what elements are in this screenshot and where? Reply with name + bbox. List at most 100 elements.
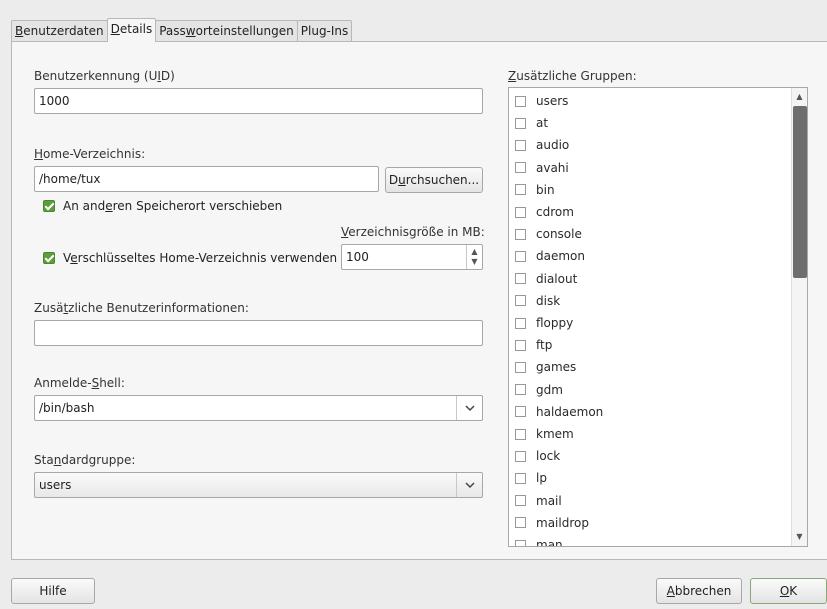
group-name: audio <box>536 138 570 153</box>
scrollbar[interactable]: ▲ ▼ <box>791 88 807 546</box>
list-item[interactable]: lp <box>515 467 547 489</box>
label-key: e <box>70 251 78 265</box>
list-item[interactable]: users <box>515 90 568 112</box>
tab-label-key: w <box>185 24 196 38</box>
list-item[interactable]: at <box>515 112 548 134</box>
checkbox-unchecked-icon[interactable] <box>515 273 526 285</box>
tab-label: enutzerdaten <box>23 24 104 38</box>
shell-combobox[interactable]: /bin/bash <box>34 395 483 421</box>
list-item[interactable]: floppy <box>515 312 573 334</box>
button-key: u <box>398 173 406 187</box>
list-item[interactable]: maildrop <box>515 512 589 534</box>
spin-arrows-icon[interactable]: ▲ ▼ <box>466 245 482 269</box>
list-item[interactable]: games <box>515 356 576 378</box>
home-directory-field[interactable]: /home/tux <box>34 166 379 192</box>
group-name: ftp <box>536 338 553 353</box>
label-text: zliche Benutzerinformationen: <box>68 301 249 315</box>
chevron-down-icon[interactable] <box>456 473 482 497</box>
checkbox-unchecked-icon[interactable] <box>515 117 526 129</box>
checkbox-unchecked-icon[interactable] <box>515 406 526 418</box>
label-text: dardgruppe: <box>61 453 136 467</box>
group-name: mail <box>536 493 562 508</box>
button-key: O <box>779 584 790 598</box>
checkbox-unchecked-icon[interactable] <box>515 139 526 151</box>
list-item[interactable]: bin <box>515 179 555 201</box>
tab-label: Plug-Ins <box>300 24 349 38</box>
checkbox-unchecked-icon[interactable] <box>515 539 526 546</box>
checkbox-unchecked-icon[interactable] <box>515 339 526 351</box>
cancel-button[interactable]: Abbrechen <box>656 578 742 604</box>
list-item[interactable]: daemon <box>515 245 585 267</box>
checkbox-label: An anderen Speicherort verschieben <box>63 199 282 213</box>
dir-size-spinbox[interactable]: 100 ▲ ▼ <box>341 244 483 270</box>
additional-info-field[interactable] <box>34 320 483 346</box>
tab-label: etails <box>119 22 153 36</box>
group-name: haldaemon <box>536 404 604 419</box>
list-item[interactable]: mail <box>515 490 562 512</box>
scroll-thumb[interactable] <box>793 106 807 278</box>
tab-label: orteinstellungen <box>195 24 294 38</box>
dir-size-label: Verzeichnisgröße in MB: <box>341 225 485 239</box>
checkbox-unchecked-icon[interactable] <box>515 428 526 440</box>
list-item[interactable]: audio <box>515 134 569 156</box>
checkbox-checked-icon <box>43 252 55 264</box>
checkbox-unchecked-icon[interactable] <box>515 384 526 396</box>
group-name: disk <box>536 293 561 308</box>
checkbox-unchecked-icon[interactable] <box>515 495 526 507</box>
checkbox-unchecked-icon[interactable] <box>515 450 526 462</box>
list-item[interactable]: dialout <box>515 268 577 290</box>
move-location-checkbox[interactable]: An anderen Speicherort verschieben <box>43 199 282 213</box>
checkbox-unchecked-icon[interactable] <box>515 228 526 240</box>
checkbox-unchecked-icon[interactable] <box>515 184 526 196</box>
checkbox-unchecked-icon[interactable] <box>515 295 526 307</box>
default-group-label: Standardgruppe: <box>34 453 135 467</box>
group-name: gdm <box>536 382 563 397</box>
group-name: kmem <box>536 427 574 441</box>
tab-plug-ins[interactable]: Plug-Ins <box>296 20 353 42</box>
encrypt-home-checkbox[interactable]: Verschlüsseltes Home-Verzeichnis verwend… <box>43 251 337 265</box>
default-group-value: users <box>39 478 72 492</box>
group-name: bin <box>536 182 555 197</box>
home-label: Home-Verzeichnis: <box>34 147 145 161</box>
tab-passworteinstellungen[interactable]: Passworteinstellungen <box>155 20 298 42</box>
button-text: rchsuchen... <box>405 173 480 187</box>
checkbox-unchecked-icon[interactable] <box>515 206 526 218</box>
checkbox-unchecked-icon[interactable] <box>515 317 526 329</box>
list-item[interactable]: man <box>515 534 563 546</box>
scroll-down-icon[interactable]: ▼ <box>792 530 807 544</box>
group-name: at <box>536 116 549 131</box>
list-item[interactable]: haldaemon <box>515 401 603 423</box>
group-name: avahi <box>536 160 569 175</box>
checkbox-unchecked-icon[interactable] <box>515 95 526 107</box>
tab-benutzerdaten[interactable]: Benutzerdaten <box>11 20 108 42</box>
checkbox-unchecked-icon[interactable] <box>515 517 526 529</box>
checkbox-unchecked-icon[interactable] <box>515 250 526 262</box>
scroll-up-icon[interactable]: ▲ <box>792 90 807 104</box>
list-item[interactable]: console <box>515 223 582 245</box>
label-text: Zusä <box>34 301 64 315</box>
chevron-down-icon[interactable] <box>456 396 482 420</box>
browse-button[interactable]: Durchsuchen... <box>385 167 483 193</box>
checkbox-unchecked-icon[interactable] <box>515 361 526 373</box>
checkbox-label: Verschlüsseltes Home-Verzeichnis verwend… <box>63 251 337 265</box>
list-item[interactable]: lock <box>515 445 560 467</box>
ok-button[interactable]: OK <box>750 578 827 604</box>
list-item[interactable]: ftp <box>515 334 552 356</box>
help-button[interactable]: Hilfe <box>11 578 95 604</box>
label-text: rschlüsseltes Home-Verzeichnis verwenden <box>77 251 338 265</box>
label-text: D) <box>160 69 175 83</box>
checkbox-unchecked-icon[interactable] <box>515 472 526 484</box>
tab-details[interactable]: Details <box>106 18 157 42</box>
list-item[interactable]: kmem <box>515 423 574 445</box>
list-item[interactable]: gdm <box>515 379 563 401</box>
additional-groups-list[interactable]: ▲ ▼ users at audio avahi bin cdrom console daem… <box>508 87 808 547</box>
button-text: K <box>789 584 798 598</box>
uid-field[interactable]: 1000 <box>34 88 483 114</box>
list-item[interactable]: disk <box>515 290 560 312</box>
list-item[interactable]: avahi <box>515 157 569 179</box>
default-group-combobox[interactable]: users <box>34 472 483 498</box>
checkbox-checked-icon <box>43 200 55 212</box>
list-item[interactable]: cdrom <box>515 201 574 223</box>
checkbox-unchecked-icon[interactable] <box>515 162 526 174</box>
button-text: bbrechen <box>674 584 732 598</box>
